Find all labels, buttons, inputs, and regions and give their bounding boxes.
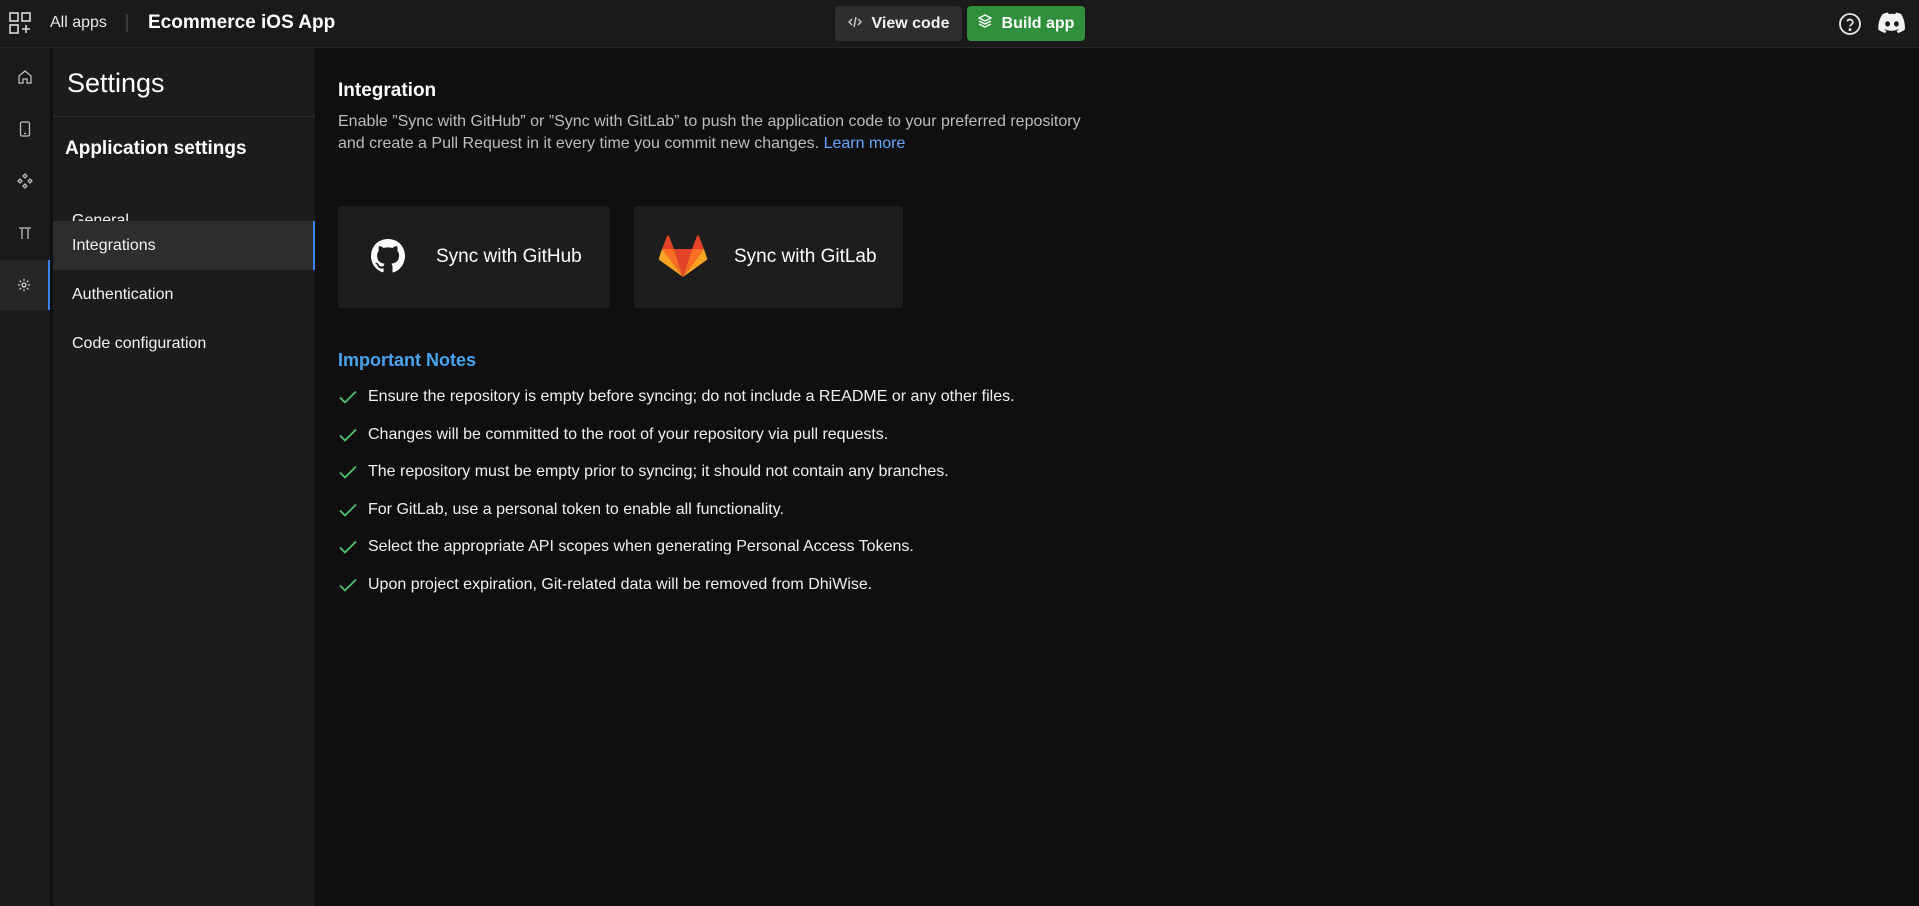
check-icon [338,539,358,555]
note-text: For GitLab, use a personal token to enab… [368,501,784,518]
phone-icon[interactable] [0,104,50,154]
note-text: The repository must be empty prior to sy… [368,463,949,480]
sidebar-divider [53,116,315,117]
check-icon [338,577,358,593]
integration-description: Enable ”Sync with GitHub” or ”Sync with … [338,111,1098,155]
sync-gitlab-label: Sync with GitLab [734,246,877,267]
main-content: Integration Enable ”Sync with GitHub” or… [338,48,1898,906]
apps-grid-icon[interactable] [9,12,31,34]
topbar-divider [126,14,128,32]
gear-icon[interactable] [0,260,50,310]
build-app-button[interactable]: Build app [967,6,1085,41]
learn-more-link[interactable]: Learn more [824,135,906,152]
note-item: The repository must be empty prior to sy… [338,461,949,483]
icon-rail [0,48,50,906]
note-text: Upon project expiration, Git-related dat… [368,576,873,593]
gitlab-icon [658,235,708,279]
all-apps-link[interactable]: All apps [50,14,107,32]
note-text: Select the appropriate API scopes when g… [368,538,914,555]
sidebar-item-label: Integrations [72,236,156,254]
sync-github-label: Sync with GitHub [436,246,582,267]
view-code-button[interactable]: View code [835,6,962,41]
application-settings-heading: Application settings [65,138,247,159]
build-app-label: Build app [1001,14,1075,32]
note-item: Changes will be committed to the root of… [338,424,888,446]
settings-title: Settings [67,68,165,98]
sidebar-item-authentication[interactable]: Authentication [53,270,315,319]
important-notes-heading: Important Notes [338,350,477,370]
sync-gitlab-card[interactable]: Sync with GitLab [634,206,903,308]
note-item: Upon project expiration, Git-related dat… [338,574,872,596]
layers-icon [977,14,993,33]
top-bar: All apps Ecommerce iOS App View code Bui… [0,0,1919,48]
help-icon[interactable] [1838,12,1862,36]
page-title: Integration [338,80,437,101]
check-icon [338,502,358,518]
sync-github-card[interactable]: Sync with GitHub [338,206,610,308]
sidebar-item-code-configuration[interactable]: Code configuration [53,319,315,368]
github-icon [366,235,410,279]
note-item: Select the appropriate API scopes when g… [338,536,914,558]
description-text: Enable ”Sync with GitHub” or ”Sync with … [338,113,1081,152]
pi-icon[interactable] [0,208,50,258]
settings-sidebar: Settings Application settings General In… [53,48,315,906]
app-title: Ecommerce iOS App [148,12,336,33]
note-item: Ensure the repository is empty before sy… [338,386,1015,408]
components-icon[interactable] [0,156,50,206]
code-icon [847,15,862,33]
note-text: Ensure the repository is empty before sy… [368,388,1015,405]
home-icon[interactable] [0,52,50,102]
check-icon [338,427,358,443]
check-icon [338,464,358,480]
check-icon [338,389,358,405]
discord-icon[interactable] [1878,12,1906,36]
view-code-label: View code [871,14,950,32]
sidebar-item-integrations[interactable]: Integrations [53,221,315,270]
note-text: Changes will be committed to the root of… [368,426,889,443]
note-item: For GitLab, use a personal token to enab… [338,499,784,521]
